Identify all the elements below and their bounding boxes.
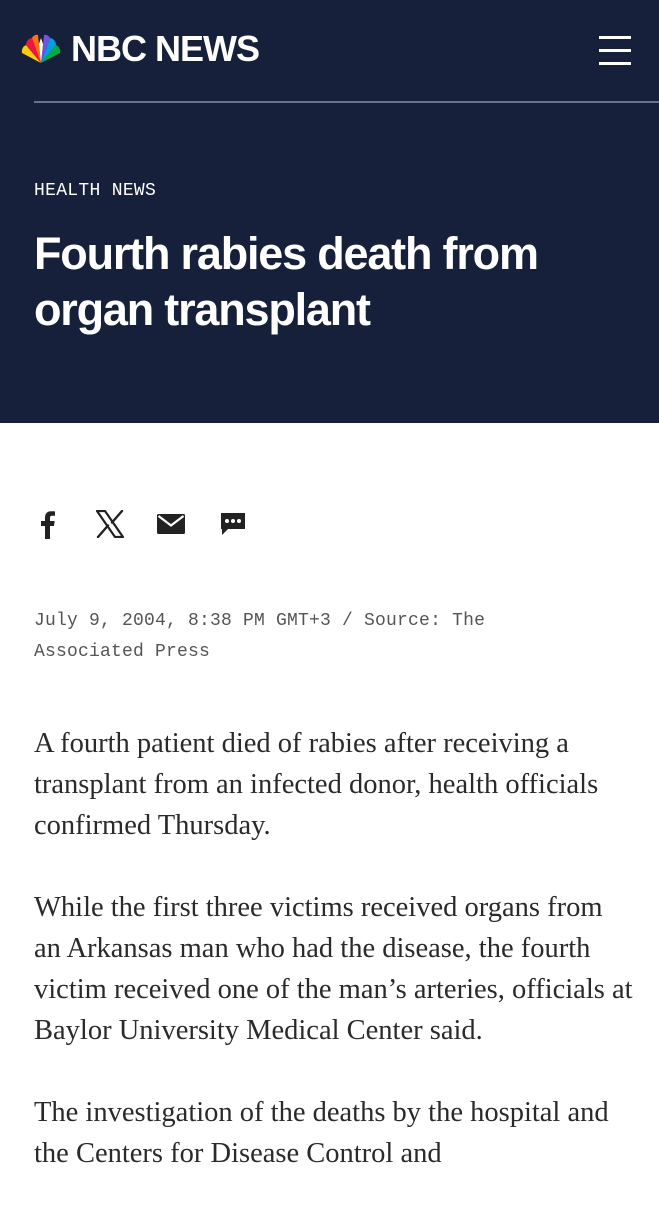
hamburger-menu-icon[interactable] [597,36,633,66]
header-divider [34,101,659,103]
article-body: A fourth patient died of rabies after re… [34,723,634,1215]
article-paragraph: A fourth patient died of rabies after re… [34,728,599,841]
brand-name: NBC NEWS [71,28,260,69]
menu-bar [599,62,631,65]
x-glyph [96,510,124,538]
article-headline: Fourth rabies death from organ transplan… [34,228,539,335]
share-bar [0,504,659,544]
article-paragraph: The investigation of the deaths by the h… [34,1097,609,1169]
x-icon[interactable] [90,504,130,544]
peacock-icon [21,34,61,63]
menu-bar [599,49,631,52]
menu-bar [599,36,631,39]
article-timestamp-source: July 9, 2004, 8:38 PM GMT+3 / Source: Th… [34,611,486,662]
facebook-glyph [41,511,55,539]
email-icon[interactable] [151,504,191,544]
comment-glyph [221,513,245,535]
email-glyph [157,514,185,534]
article-paragraph: While the first three victims received o… [34,892,633,1046]
site-header: NBC NEWS HEALTH NEWS Fourth rabies death… [0,0,659,423]
more-comments-icon[interactable] [213,504,253,544]
section-link[interactable]: HEALTH NEWS [34,181,156,201]
facebook-icon[interactable] [27,504,67,544]
nbc-news-logo[interactable]: NBC NEWS [17,28,260,69]
